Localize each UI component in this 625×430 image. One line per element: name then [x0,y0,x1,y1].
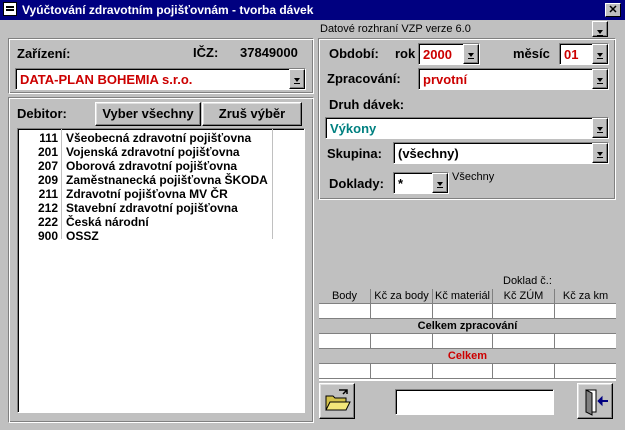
zarizeni-value: DATA-PLAN BOHEMIA s.r.o. [20,72,193,87]
processed-cell [319,334,371,349]
zpracovani-value: prvotní [423,72,468,87]
mesic-select[interactable]: 01 [559,43,609,65]
mesic-label: měsíc [513,46,550,61]
doklady-dropdown-button[interactable] [432,173,448,193]
list-item[interactable]: 211 Zdravotní pojišťovna MV ČR [18,187,272,201]
debitor-name: Vojenská zdravotní pojišťovna [66,145,240,159]
debitor-code: 900 [37,229,58,243]
doklad-number-label: Doklad č.: [503,275,552,287]
debitor-code: 209 [37,173,58,187]
druh-davek-label: Druh dávek: [329,97,405,112]
doklady-value: * [398,176,404,191]
mesic-dropdown-button[interactable] [592,44,608,64]
processed-total-band: Celkem zpracování [319,319,616,334]
skupina-label: Skupina: [327,146,382,161]
list-column-divider [272,129,273,239]
debitor-name: Zdravotní pojišťovna MV ČR [66,187,228,201]
summary-cell [555,304,616,319]
total-cell [555,364,616,379]
zpracovani-label: Zpracování: [327,71,401,86]
skupina-select[interactable]: (všechny) [393,142,609,164]
debitor-code: 211 [38,187,58,201]
total-cell [319,364,371,379]
processed-cell [433,334,493,349]
list-item[interactable]: 212 Stavební zdravotní pojišťovna [18,201,272,215]
debitor-label: Debitor: [17,106,67,121]
skupina-value: (všechny) [398,146,459,161]
obdobi-label: Období: [329,46,379,61]
summary-cell [433,304,493,319]
druh-davek-value: Výkony [330,121,377,136]
debitor-name: Stavební zdravotní pojišťovna [66,201,238,215]
summary-cell [493,304,555,319]
interface-version-label: Datové rozhraní VZP verze 6.0 [320,23,471,35]
zarizeni-dropdown-button[interactable] [289,69,305,89]
zpracovani-dropdown-button[interactable] [592,69,608,89]
grand-total-band: Celkem [319,349,616,364]
title-bar: Vyúčtování zdravotním pojišťovnám - tvor… [0,0,625,20]
list-item[interactable]: 222 Česká národní [18,215,272,229]
doklady-label: Doklady: [329,176,384,191]
interface-dropdown-button[interactable] [592,21,608,37]
debitor-code: 212 [37,201,58,215]
druh-davek-dropdown-button[interactable] [592,118,608,138]
processed-cell [555,334,616,349]
open-folder-button[interactable] [319,383,355,419]
select-all-button[interactable]: Vyber všechny [95,102,201,126]
open-folder-icon [325,389,351,411]
skupina-dropdown-button[interactable] [592,143,608,163]
list-item[interactable]: 900 OSSZ [18,229,272,243]
summary-cell [371,304,433,319]
system-menu-icon[interactable] [3,2,17,16]
debitor-code: 207 [37,159,58,173]
rok-value: 2000 [423,47,452,62]
clear-selection-button[interactable]: Zruš výběr [202,102,302,126]
doklady-select[interactable]: * [393,172,449,194]
exit-button[interactable] [577,383,613,419]
column-header-kc-za-body: Kč za body [371,289,433,304]
column-header-kc-za-km: Kč za km [555,289,616,304]
debitor-name: Zaměstnanecká pojišťovna ŠKODA [66,173,268,187]
debitor-name: Všeobecná zdravotní pojišťovna [66,131,252,145]
summary-cell [319,304,371,319]
debitor-name: OSSZ [66,229,99,243]
druh-davek-select[interactable]: Výkony [325,117,609,139]
icz-label: IČZ: [193,45,219,60]
icz-value: 37849000 [240,45,298,60]
rok-dropdown-button[interactable] [463,44,479,64]
zarizeni-select[interactable]: DATA-PLAN BOHEMIA s.r.o. [15,68,306,90]
debitor-code: 201 [37,145,58,159]
processed-cell [371,334,433,349]
debitor-code: 222 [37,215,58,229]
zarizeni-label: Zařízení: [17,46,71,61]
close-button[interactable]: ✕ [605,3,621,17]
total-cell [371,364,433,379]
list-item[interactable]: 209 Zaměstnanecká pojišťovna ŠKODA [18,173,272,187]
debitor-list[interactable]: 111 Všeobecná zdravotní pojišťovna 201 Voje… [17,128,305,413]
exit-door-icon [585,389,608,416]
column-header-kc-material: Kč materiál [433,289,493,304]
rok-select[interactable]: 2000 [418,43,480,65]
debitor-name: Oborová zdravotní pojišťovna [66,159,238,173]
summary-grid: Body Kč za body Kč materiál Kč ZÚM Kč za… [319,289,616,381]
list-item[interactable]: 207 Oborová zdravotní pojišťovna [18,159,272,173]
list-item[interactable]: 201 Vojenská zdravotní pojišťovna [18,145,272,159]
total-cell [493,364,555,379]
close-icon: ✕ [608,4,618,16]
list-item[interactable]: 111 Všeobecná zdravotní pojišťovna [18,131,272,145]
zpracovani-select[interactable]: prvotní [418,68,609,90]
total-cell [433,364,493,379]
debitor-name: Česká národní [66,215,149,229]
column-header-body: Body [319,289,371,304]
column-header-kc-zum: Kč ZÚM [493,289,555,304]
mesic-value: 01 [564,47,579,62]
debitor-code: 111 [39,131,58,145]
doklady-note: Všechny [452,171,495,183]
rok-label: rok [395,46,416,61]
window-title: Vyúčtování zdravotním pojišťovnám - tvor… [22,3,314,17]
status-field [395,389,554,415]
processed-cell [493,334,555,349]
